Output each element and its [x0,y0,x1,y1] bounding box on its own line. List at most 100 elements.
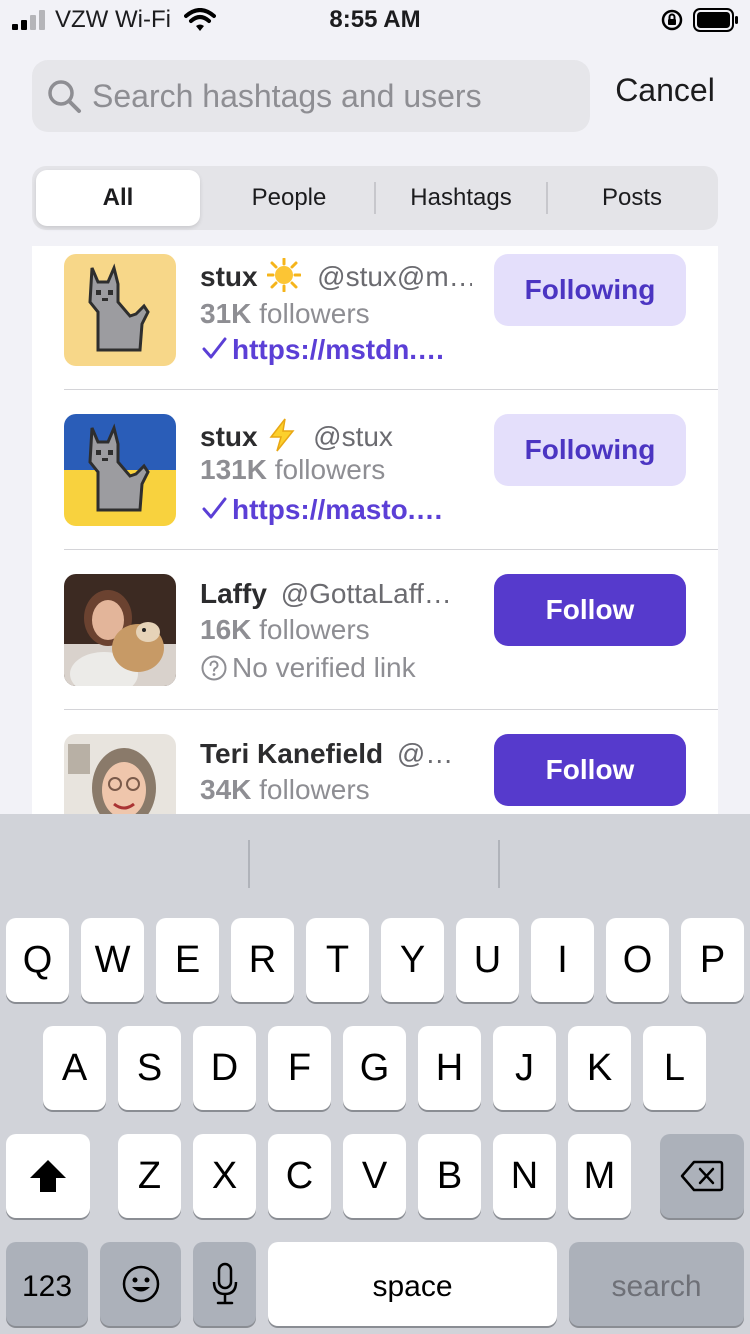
key-f[interactable]: F [268,1026,331,1110]
key-l[interactable]: L [643,1026,706,1110]
delete-key[interactable] [660,1134,744,1218]
following-button[interactable]: Following [494,254,686,326]
followers-number: 131K [200,454,267,485]
display-name: Teri Kanefield [200,738,384,769]
results-filter-tabs: All People Hashtags Posts [32,166,718,230]
key-x[interactable]: X [193,1134,256,1218]
shift-key[interactable] [6,1134,90,1218]
account-result[interactable]: stux @stux@m… 31K followers https://mstd… [32,246,718,406]
key-v[interactable]: V [343,1134,406,1218]
account-handle: @stux [313,421,393,452]
avatar[interactable] [64,734,176,814]
followers-number: 34K [200,774,252,805]
search-icon [48,80,81,113]
follow-button[interactable]: Follow [494,734,686,806]
clock: 8:55 AM [329,6,421,33]
key-m[interactable]: M [568,1134,631,1218]
key-e[interactable]: E [156,918,219,1002]
display-name: Laffy [200,578,267,609]
key-t[interactable]: T [306,918,369,1002]
status-bar: VZW Wi-Fi 8:55 AM [0,0,750,40]
followers-count: 34K followers [200,774,370,806]
link-text: https://mstdn.… [232,334,446,365]
tab-all[interactable]: All [36,170,200,226]
tab-divider [546,182,548,214]
account-result[interactable]: stux @stux 131K followers https://masto.… [32,406,718,566]
tab-divider [374,182,376,214]
account-handle: @GottaLaff… [280,578,452,609]
emoji-face-icon [122,1265,159,1303]
keyboard: Q W E R T Y U I O P A S D F G H J K L Z … [0,814,750,1334]
lightning-icon [269,418,295,452]
row-divider [64,709,718,710]
key-o[interactable]: O [606,918,669,1002]
checkmark-icon [202,337,227,359]
link-text: No verified link [232,652,416,683]
key-j[interactable]: J [493,1026,556,1110]
followers-label: followers [274,454,386,485]
tab-hashtags[interactable]: Hashtags [379,170,543,226]
display-name: stux [200,261,258,292]
cancel-button[interactable]: Cancel [600,72,730,109]
sun-icon [267,258,302,292]
followers-number: 31K [200,298,252,329]
microphone-icon [212,1262,237,1305]
row-divider [64,389,718,390]
search-input[interactable] [92,60,572,132]
key-u[interactable]: U [456,918,519,1002]
key-i[interactable]: I [531,918,594,1002]
emoji-key[interactable] [100,1242,181,1326]
account-name-line: Teri Kanefield @… [200,738,472,770]
key-g[interactable]: G [343,1026,406,1110]
display-name: stux [200,421,258,452]
question-circle-icon [201,655,227,681]
key-h[interactable]: H [418,1026,481,1110]
account-handle: @stux@m… [317,261,472,292]
backspace-icon [680,1160,724,1192]
key-c[interactable]: C [268,1134,331,1218]
key-a[interactable]: A [43,1026,106,1110]
row-divider [64,549,718,550]
search-field[interactable] [32,60,590,132]
dictation-key[interactable] [193,1242,256,1326]
follow-button[interactable]: Follow [494,574,686,646]
key-k[interactable]: K [568,1026,631,1110]
avatar[interactable] [64,414,176,526]
tab-posts[interactable]: Posts [550,170,714,226]
verified-link[interactable]: https://mstdn.… [200,334,472,366]
tab-people[interactable]: People [207,170,371,226]
key-p[interactable]: P [681,918,744,1002]
key-q[interactable]: Q [6,918,69,1002]
followers-label: followers [259,298,370,329]
space-key[interactable]: space [268,1242,557,1326]
avatar[interactable] [64,574,176,686]
key-r[interactable]: R [231,918,294,1002]
account-handle: @… [396,738,454,769]
key-s[interactable]: S [118,1026,181,1110]
following-button[interactable]: Following [494,414,686,486]
numbers-key[interactable]: 123 [6,1242,88,1326]
search-results-list: stux @stux@m… 31K followers https://mstd… [32,246,718,814]
account-name-line: Laffy @GottaLaff… [200,578,472,610]
search-key-label: search [611,1270,702,1303]
account-result[interactable]: Laffy @GottaLaff… 16K followers No verif… [32,566,718,726]
key-y[interactable]: Y [381,918,444,1002]
followers-count: 31K followers [200,298,370,330]
account-name-line: stux @stux@m… [200,258,472,293]
key-d[interactable]: D [193,1026,256,1110]
space-key-label: space [372,1270,453,1303]
key-b[interactable]: B [418,1134,481,1218]
key-z[interactable]: Z [118,1134,181,1218]
key-w[interactable]: W [81,918,144,1002]
key-n[interactable]: N [493,1134,556,1218]
search-key[interactable]: search [569,1242,744,1326]
suggestion-divider [248,840,250,888]
unverified-link-notice: No verified link [200,652,472,684]
followers-count: 16K followers [200,614,370,646]
verified-link[interactable]: https://masto.… [200,494,472,526]
account-result[interactable]: Teri Kanefield @… 34K followers Follow [32,726,718,814]
followers-number: 16K [200,614,252,645]
numbers-key-label: 123 [21,1270,73,1303]
avatar[interactable] [64,254,176,366]
account-name-line: stux @stux [200,418,472,453]
